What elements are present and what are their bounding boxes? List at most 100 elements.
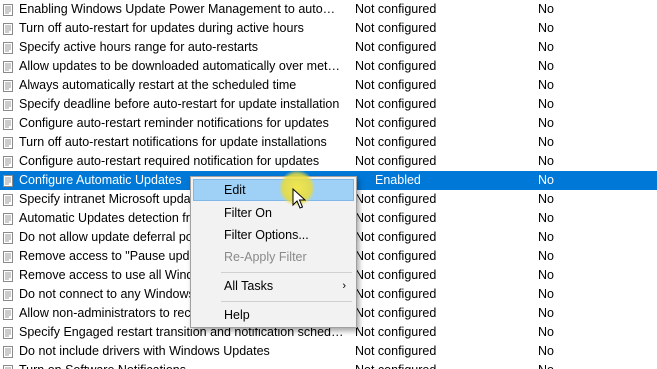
menu-item-all-tasks-label: All Tasks — [224, 279, 274, 293]
policy-setting-icon — [3, 326, 13, 339]
menu-item-reapply-filter-label: Re-Apply Filter — [224, 250, 307, 264]
policy-setting-icon — [3, 79, 13, 92]
policy-comment: No — [538, 59, 554, 73]
policy-comment: No — [538, 40, 554, 54]
policy-comment: No — [538, 230, 554, 244]
context-menu: Edit Filter On Filter Options... Re-Appl… — [190, 176, 357, 328]
policy-comment: No — [538, 116, 554, 130]
menu-item-filter-on-label: Filter On — [224, 206, 272, 220]
policy-comment: No — [538, 249, 554, 263]
policy-state: Not configured — [355, 287, 437, 301]
policy-setting-name: Configure auto-restart reminder notifica… — [19, 116, 329, 130]
policy-setting-icon — [3, 345, 13, 358]
policy-setting-icon — [3, 41, 13, 54]
policy-comment: No — [538, 154, 554, 168]
policy-setting-icon — [3, 22, 13, 35]
menu-item-filter-on[interactable]: Filter On — [193, 202, 354, 224]
policy-state: Not configured — [355, 2, 437, 16]
mouse-pointer-icon — [292, 188, 306, 209]
policy-setting-icon — [3, 136, 13, 149]
menu-item-edit-label: Edit — [224, 183, 246, 197]
policy-setting-icon — [3, 98, 13, 111]
policy-state: Not configured — [355, 116, 437, 130]
policy-setting-icon — [3, 288, 13, 301]
policy-setting-name: Configure auto-restart required notifica… — [19, 154, 320, 168]
policy-row[interactable]: Always automatically restart at the sche… — [0, 76, 657, 95]
policy-state: Not configured — [355, 192, 437, 206]
policy-row[interactable]: Configure auto-restart required notifica… — [0, 152, 657, 171]
policy-comment: No — [538, 268, 554, 282]
menu-separator — [221, 301, 352, 302]
menu-item-edit[interactable]: Edit — [193, 179, 354, 201]
policy-state: Not configured — [355, 249, 437, 263]
policy-row[interactable]: Specify deadline before auto-restart for… — [0, 95, 657, 114]
menu-item-help-label: Help — [224, 308, 250, 322]
policy-row[interactable]: Turn off auto-restart for updates during… — [0, 19, 657, 38]
policy-state: Not configured — [355, 230, 437, 244]
policy-row[interactable]: Specify active hours range for auto-rest… — [0, 38, 657, 57]
policy-state: Not configured — [355, 268, 437, 282]
policy-state: Not configured — [355, 97, 437, 111]
policy-state: Not configured — [355, 211, 437, 225]
policy-setting-name: Enabling Windows Update Power Management… — [19, 2, 345, 16]
policy-comment: No — [538, 135, 554, 149]
policy-setting-name: Do not include drivers with Windows Upda… — [19, 344, 270, 358]
policy-setting-icon — [3, 155, 13, 168]
policy-state: Not configured — [355, 135, 437, 149]
policy-state: Not configured — [355, 306, 437, 320]
policy-state: Not configured — [355, 40, 437, 54]
policy-comment: No — [538, 361, 554, 369]
policy-row[interactable]: Turn on Software Notifications Not config… — [0, 361, 657, 369]
menu-item-all-tasks[interactable]: All Tasks › — [193, 275, 354, 297]
policy-setting-name: Turn on Software Notifications — [19, 361, 345, 369]
policy-setting-icon — [3, 174, 13, 187]
menu-item-reapply-filter: Re-Apply Filter — [193, 246, 354, 268]
policy-state: Not configured — [355, 361, 485, 369]
policy-state: Not configured — [355, 344, 437, 358]
chevron-right-icon: › — [342, 280, 346, 292]
policy-setting-icon — [3, 212, 13, 225]
policy-row[interactable]: Do not include drivers with Windows Upda… — [0, 342, 657, 361]
menu-item-help[interactable]: Help — [193, 304, 354, 326]
policy-setting-icon — [3, 250, 13, 263]
policy-state: Not configured — [355, 325, 437, 339]
policy-comment: No — [538, 192, 554, 206]
policy-setting-icon — [3, 60, 13, 73]
policy-row[interactable]: Turn off auto-restart notifications for … — [0, 133, 657, 152]
policy-comment: No — [538, 306, 554, 320]
policy-setting-icon — [3, 117, 13, 130]
policy-comment: No — [538, 21, 554, 35]
policy-row[interactable]: Allow updates to be downloaded automatic… — [0, 57, 657, 76]
policy-state: Enabled — [375, 173, 421, 187]
policy-setting-icon — [3, 231, 13, 244]
policy-setting-name: Specify deadline before auto-restart for… — [19, 97, 340, 111]
menu-separator — [221, 272, 352, 273]
policy-row[interactable]: Enabling Windows Update Power Management… — [0, 0, 657, 19]
policy-setting-icon — [3, 364, 13, 369]
policy-comment: No — [538, 97, 554, 111]
group-policy-settings-view: Enabling Windows Update Power Management… — [0, 0, 657, 369]
policy-state: Not configured — [355, 78, 437, 92]
policy-state: Not configured — [355, 154, 437, 168]
menu-item-filter-options[interactable]: Filter Options... — [193, 224, 354, 246]
policy-comment: No — [538, 287, 554, 301]
policy-setting-icon — [3, 193, 13, 206]
policy-setting-name: Always automatically restart at the sche… — [19, 78, 297, 92]
policy-comment: No — [538, 325, 554, 339]
policy-setting-name: Turn off auto-restart notifications for … — [19, 135, 327, 149]
policy-comment: No — [538, 2, 554, 16]
policy-state: Not configured — [355, 59, 437, 73]
policy-comment: No — [538, 344, 554, 358]
policy-setting-icon — [3, 307, 13, 320]
policy-comment: No — [538, 211, 554, 225]
policy-setting-icon — [3, 3, 13, 16]
policy-setting-icon — [3, 269, 13, 282]
menu-item-filter-options-label: Filter Options... — [224, 228, 309, 242]
policy-setting-name: Turn off auto-restart for updates during… — [19, 21, 304, 35]
policy-state: Not configured — [355, 21, 437, 35]
policy-setting-name: Specify active hours range for auto-rest… — [19, 40, 259, 54]
policy-comment: No — [538, 78, 554, 92]
policy-setting-name: Allow updates to be downloaded automatic… — [19, 59, 345, 73]
policy-comment: No — [538, 173, 554, 187]
policy-row[interactable]: Configure auto-restart reminder notifica… — [0, 114, 657, 133]
